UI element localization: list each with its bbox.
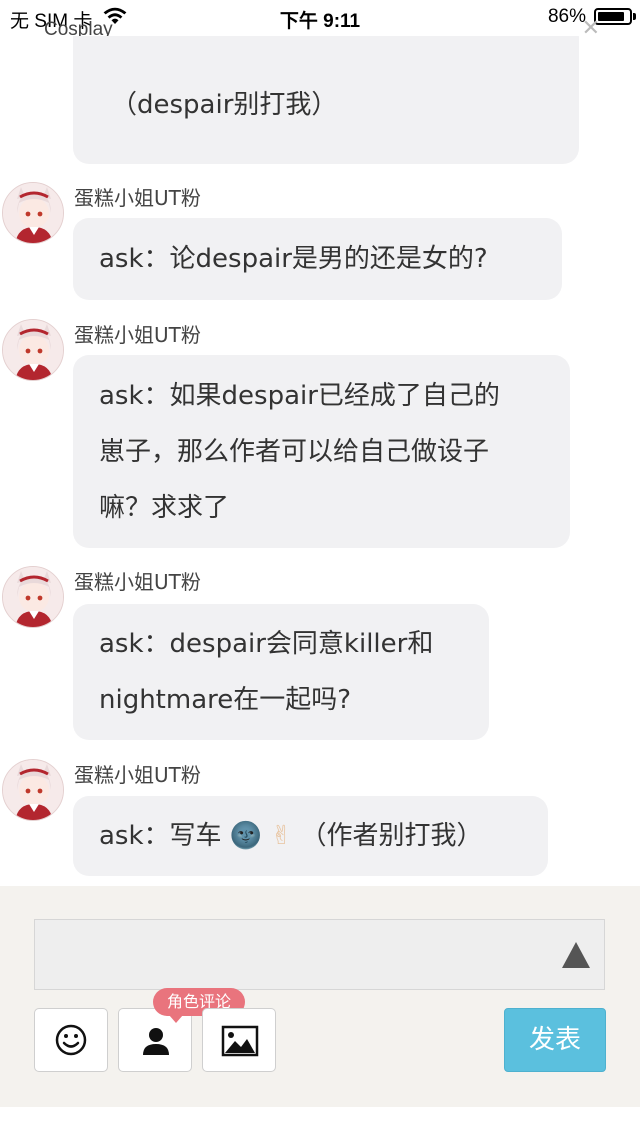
message-bubble: ask：despair会同意killer和 nightmare在一起吗? — [73, 604, 489, 740]
avatar-image — [3, 760, 63, 820]
message-line: ask：despair会同意killer和 — [99, 629, 434, 659]
composer-panel: 角色评论 发表 — [0, 886, 640, 1107]
avatar-image — [3, 320, 63, 380]
message-bubble: （despair别打我） — [73, 36, 579, 164]
username[interactable]: 蛋糕小姐UT粉 — [74, 759, 201, 788]
avatar-image — [3, 183, 63, 243]
chat-list[interactable]: （despair别打我） 蛋糕小姐UT粉 ask：论despair是男的还是女的… — [0, 36, 640, 886]
battery-tip — [633, 13, 636, 20]
avatar[interactable] — [2, 182, 64, 244]
smiley-icon — [55, 1024, 87, 1056]
message-text: ask：论despair是男的还是女的? — [99, 244, 488, 274]
message-bubble: ask：论despair是男的还是女的? — [73, 218, 562, 300]
message-line: nightmare在一起吗? — [99, 685, 352, 715]
message-line: 崽子，那么作者可以给自己做设子 — [99, 437, 490, 467]
battery-percent: 86% — [547, 6, 586, 27]
message-line: ask：如果despair已经成了自己的 — [99, 381, 500, 411]
message-line: 嘛？求求了 — [99, 493, 230, 523]
message-bubble: ask：写车 🌚 ✌ （作者别打我） — [73, 796, 548, 876]
comment-input[interactable] — [34, 919, 605, 990]
image-icon — [221, 1025, 259, 1057]
message-bubble: ask：如果despair已经成了自己的 崽子，那么作者可以给自己做设子 嘛？求… — [73, 355, 570, 548]
emoji-moon: 🌚 — [229, 821, 263, 851]
avatar[interactable] — [2, 759, 64, 821]
bottom-safe-area — [0, 1107, 640, 1139]
emoji-victory: ✌ — [270, 821, 293, 851]
username[interactable]: 蛋糕小姐UT粉 — [74, 566, 201, 595]
avatar-image — [3, 567, 63, 627]
avatar[interactable] — [2, 319, 64, 381]
message-text: ask：写车 — [99, 821, 222, 851]
message-text: （作者别打我） — [300, 821, 483, 851]
clipped-text — [183, 36, 483, 56]
username[interactable]: 蛋糕小姐UT粉 — [74, 319, 201, 348]
message-text: （despair别打我） — [111, 90, 338, 120]
emoji-button[interactable] — [34, 1008, 108, 1072]
send-button[interactable]: 发表 — [504, 1008, 606, 1072]
username[interactable]: 蛋糕小姐UT粉 — [74, 182, 201, 211]
resize-triangle-icon[interactable] — [562, 942, 590, 968]
image-button[interactable] — [202, 1008, 276, 1072]
avatar[interactable] — [2, 566, 64, 628]
